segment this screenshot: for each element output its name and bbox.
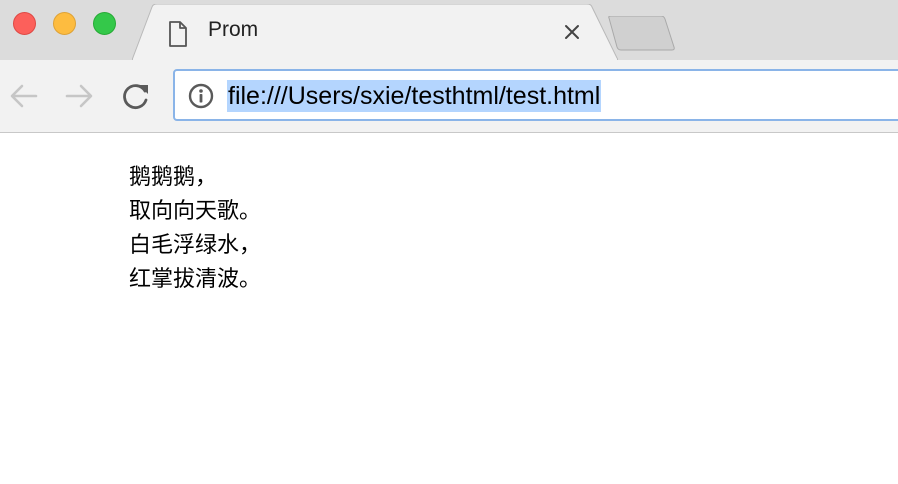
new-tab-button[interactable] <box>606 15 678 52</box>
browser-window: Prom file:///Users/sxie/testhtml/test.ht… <box>0 0 898 484</box>
close-icon[interactable] <box>562 22 582 42</box>
arrow-left-icon[interactable] <box>8 80 40 112</box>
tab-active[interactable]: Prom <box>132 4 618 60</box>
arrow-right-icon[interactable] <box>63 80 95 112</box>
tab-title: Prom <box>208 18 259 41</box>
poem-line: 取向向天歌。 <box>129 199 262 224</box>
url-text[interactable]: file:///Users/sxie/testhtml/test.html <box>227 80 602 112</box>
tab-background <box>132 4 618 60</box>
info-icon[interactable] <box>188 83 214 109</box>
poem-line: 红掌拔清波。 <box>129 267 262 292</box>
reload-icon[interactable] <box>120 80 152 112</box>
tab-strip: Prom <box>0 0 898 60</box>
poem-line: 白毛浮绿水， <box>129 233 262 258</box>
poem-line: 鹅鹅鹅， <box>129 165 218 190</box>
poem: 鹅鹅鹅， 取向向天歌。 白毛浮绿水， 红掌拔清波。 <box>129 161 261 297</box>
page-content: 鹅鹅鹅， 取向向天歌。 白毛浮绿水， 红掌拔清波。 <box>0 133 898 484</box>
window-minimize-button[interactable] <box>53 12 76 35</box>
page-icon <box>168 21 188 47</box>
address-bar[interactable]: file:///Users/sxie/testhtml/test.html <box>173 69 898 121</box>
toolbar: file:///Users/sxie/testhtml/test.html <box>0 60 898 133</box>
window-close-button[interactable] <box>13 12 36 35</box>
window-zoom-button[interactable] <box>93 12 116 35</box>
